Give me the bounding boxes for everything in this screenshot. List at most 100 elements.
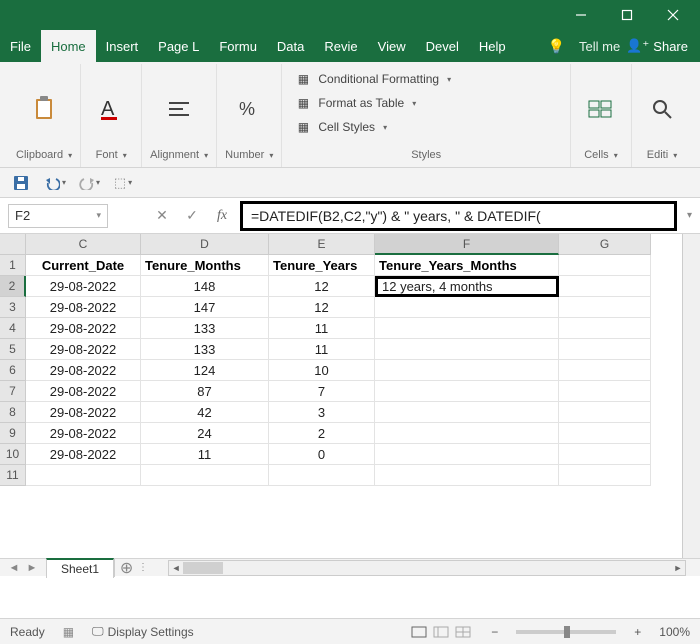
tab-review[interactable]: Revie: [314, 30, 367, 62]
cell-C8[interactable]: 29-08-2022: [26, 402, 141, 423]
tab-data[interactable]: Data: [267, 30, 314, 62]
cell-C6[interactable]: 29-08-2022: [26, 360, 141, 381]
row-header-11[interactable]: 11: [0, 465, 26, 486]
cell-F8[interactable]: [375, 402, 559, 423]
cell-D3[interactable]: 147: [141, 297, 269, 318]
cell-G7[interactable]: [559, 381, 651, 402]
cell-E1[interactable]: Tenure_Years: [269, 255, 375, 276]
conditional-formatting-button[interactable]: ▦Conditional Formatting▾: [290, 68, 562, 90]
cell-F3[interactable]: [375, 297, 559, 318]
cell-styles-button[interactable]: ▦Cell Styles▾: [290, 116, 562, 138]
cell-E7[interactable]: 7: [269, 381, 375, 402]
page-layout-view-button[interactable]: [431, 623, 451, 641]
share-button[interactable]: 👤⁺Share: [626, 38, 688, 54]
cell-F5[interactable]: [375, 339, 559, 360]
cancel-formula-button[interactable]: ✕: [150, 204, 174, 228]
name-box[interactable]: F2▾: [8, 204, 108, 228]
cell-D7[interactable]: 87: [141, 381, 269, 402]
row-header-6[interactable]: 6: [0, 360, 26, 381]
formula-input[interactable]: =DATEDIF(B2,C2,"y") & " years, " & DATED…: [240, 201, 677, 231]
row-header-10[interactable]: 10: [0, 444, 26, 465]
horizontal-scrollbar[interactable]: ◄ ►: [168, 560, 686, 576]
tab-developer[interactable]: Devel: [416, 30, 469, 62]
cell-G5[interactable]: [559, 339, 651, 360]
sheet-nav-prev[interactable]: ►: [24, 560, 40, 576]
cell-E10[interactable]: 0: [269, 444, 375, 465]
cell-F10[interactable]: [375, 444, 559, 465]
cell-D4[interactable]: 133: [141, 318, 269, 339]
cell-E2[interactable]: 12: [269, 276, 375, 297]
hscroll-thumb[interactable]: [183, 562, 223, 574]
cell-E8[interactable]: 3: [269, 402, 375, 423]
cell-G3[interactable]: [559, 297, 651, 318]
cell-C7[interactable]: 29-08-2022: [26, 381, 141, 402]
cell-C5[interactable]: 29-08-2022: [26, 339, 141, 360]
cell-D10[interactable]: 11: [141, 444, 269, 465]
cell-D5[interactable]: 133: [141, 339, 269, 360]
cell-D6[interactable]: 124: [141, 360, 269, 381]
tab-insert[interactable]: Insert: [96, 30, 149, 62]
minimize-button[interactable]: [558, 0, 604, 30]
sheet-tab-sheet1[interactable]: Sheet1: [46, 558, 114, 578]
row-header-3[interactable]: 3: [0, 297, 26, 318]
chevron-down-icon[interactable]: ▾: [96, 210, 101, 221]
column-header-F[interactable]: F: [375, 234, 559, 255]
row-header-2[interactable]: 2: [0, 276, 26, 297]
font-button[interactable]: A: [89, 93, 133, 125]
zoom-in-button[interactable]: +: [634, 625, 641, 639]
cell-D9[interactable]: 24: [141, 423, 269, 444]
cell-C2[interactable]: 29-08-2022: [26, 276, 141, 297]
tab-formulas[interactable]: Formu: [209, 30, 267, 62]
cell-C4[interactable]: 29-08-2022: [26, 318, 141, 339]
column-header-G[interactable]: G: [559, 234, 651, 255]
cell-F7[interactable]: [375, 381, 559, 402]
column-header-D[interactable]: D: [141, 234, 269, 255]
tab-view[interactable]: View: [368, 30, 416, 62]
row-header-7[interactable]: 7: [0, 381, 26, 402]
paste-button[interactable]: [22, 93, 66, 125]
close-button[interactable]: [650, 0, 696, 30]
cell-F6[interactable]: [375, 360, 559, 381]
cell-D2[interactable]: 148: [141, 276, 269, 297]
zoom-level[interactable]: 100%: [659, 625, 690, 639]
cell-F11[interactable]: [375, 465, 559, 486]
cell-F2[interactable]: 12 years, 4 months: [375, 276, 559, 297]
maximize-button[interactable]: [604, 0, 650, 30]
tab-page-layout[interactable]: Page L: [148, 30, 209, 62]
cell-C10[interactable]: 29-08-2022: [26, 444, 141, 465]
tab-home[interactable]: Home: [41, 30, 96, 62]
cell-G11[interactable]: [559, 465, 651, 486]
macro-record-icon[interactable]: ▦: [63, 625, 74, 639]
cells-button[interactable]: [579, 93, 623, 125]
cell-E6[interactable]: 10: [269, 360, 375, 381]
cell-D1[interactable]: Tenure_Months: [141, 255, 269, 276]
cell-D8[interactable]: 42: [141, 402, 269, 423]
column-header-C[interactable]: C: [26, 234, 141, 255]
cell-F4[interactable]: [375, 318, 559, 339]
cell-G6[interactable]: [559, 360, 651, 381]
cell-E9[interactable]: 2: [269, 423, 375, 444]
zoom-thumb[interactable]: [564, 626, 570, 638]
cell-G8[interactable]: [559, 402, 651, 423]
redo-button[interactable]: ▾: [78, 172, 100, 194]
cell-E4[interactable]: 11: [269, 318, 375, 339]
display-settings-button[interactable]: 🖵Display Settings: [92, 624, 194, 639]
cell-C3[interactable]: 29-08-2022: [26, 297, 141, 318]
cell-E3[interactable]: 12: [269, 297, 375, 318]
select-all-corner[interactable]: [0, 234, 26, 255]
cell-F1[interactable]: Tenure_Years_Months: [375, 255, 559, 276]
save-button[interactable]: [10, 172, 32, 194]
column-header-E[interactable]: E: [269, 234, 375, 255]
cell-C1[interactable]: Current_Date: [26, 255, 141, 276]
lightbulb-icon[interactable]: 💡: [548, 38, 565, 55]
cell-G2[interactable]: [559, 276, 651, 297]
normal-view-button[interactable]: [409, 623, 429, 641]
cell-C11[interactable]: [26, 465, 141, 486]
undo-button[interactable]: ▾: [44, 172, 66, 194]
touch-mode-button[interactable]: ⬚▾: [112, 172, 134, 194]
row-header-5[interactable]: 5: [0, 339, 26, 360]
scroll-left-button[interactable]: ◄: [169, 561, 183, 575]
format-as-table-button[interactable]: ▦Format as Table▾: [290, 92, 562, 114]
row-header-1[interactable]: 1: [0, 255, 26, 276]
vertical-scrollbar[interactable]: [682, 234, 700, 558]
